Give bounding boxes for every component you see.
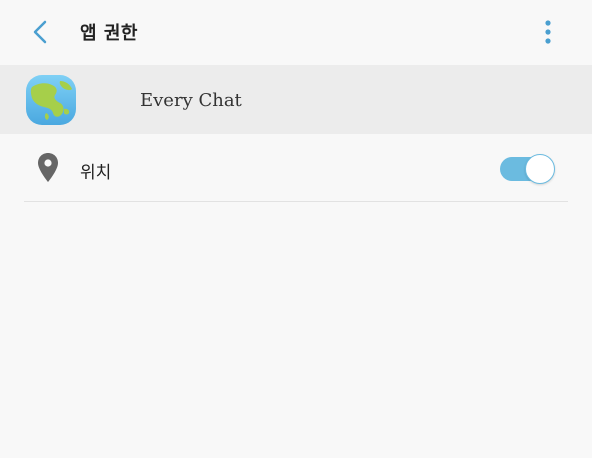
- location-pin-icon: [38, 153, 58, 182]
- globe-app-icon: [26, 75, 76, 125]
- toggle-knob: [525, 154, 555, 184]
- back-button[interactable]: [24, 16, 56, 48]
- divider: [24, 201, 568, 202]
- location-permission-toggle[interactable]: [500, 154, 556, 184]
- permission-label: 위치: [80, 163, 112, 183]
- chevron-left-icon: [33, 20, 47, 44]
- more-vert-icon: [545, 20, 551, 44]
- page-title: 앱 권한: [80, 23, 138, 44]
- permission-row-location[interactable]: 위치: [0, 134, 592, 201]
- app-name: Every Chat: [140, 90, 242, 111]
- app-bar: 앱 권한: [0, 0, 592, 64]
- more-options-button[interactable]: [532, 16, 564, 48]
- app-info-header: Every Chat: [0, 65, 592, 134]
